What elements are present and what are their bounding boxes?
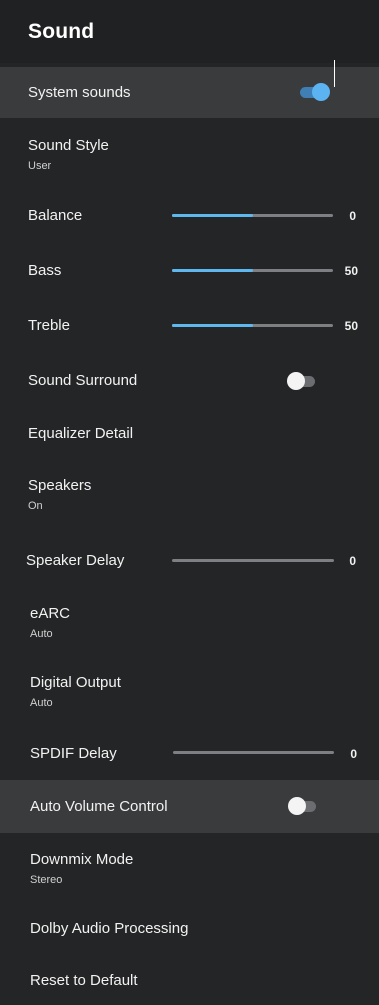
menu-item-label: Auto Volume Control [30, 798, 168, 815]
menu-item-auto-volume-control[interactable]: Auto Volume Control [0, 780, 379, 833]
menu-item-downmix-mode[interactable]: Downmix Mode Stereo [0, 842, 379, 892]
spdif-delay-slider[interactable] [173, 751, 334, 754]
menu-item-value: Auto [30, 628, 53, 640]
toggle-knob [287, 372, 305, 390]
menu-item-label: eARC [30, 605, 71, 622]
menu-item-label: Reset to Default [30, 972, 138, 989]
menu-item-label: Bass [28, 262, 62, 279]
menu-item-label: Digital Output [30, 674, 121, 691]
speaker-delay-slider[interactable] [172, 559, 334, 562]
menu-item-label: Speaker Delay [26, 552, 125, 569]
menu-item-value: User [28, 160, 52, 172]
menu-item-label: Dolby Audio Processing [30, 920, 189, 937]
balance-slider[interactable] [172, 214, 333, 217]
page-header: Sound [0, 0, 379, 63]
menu-item-label: Speakers [28, 477, 92, 494]
treble-slider-fill [172, 324, 253, 327]
menu-item-label: Downmix Mode [30, 851, 134, 868]
menu-item-spdif-delay[interactable]: SPDIF Delay 0 [0, 736, 379, 772]
system-sounds-toggle[interactable] [298, 83, 330, 101]
menu-item-speaker-delay[interactable]: Speaker Delay 0 [0, 542, 379, 578]
menu-item-earc[interactable]: eARC Auto [0, 596, 379, 646]
menu-item-sound-style[interactable]: Sound Style User [0, 128, 379, 178]
menu-item-bass[interactable]: Bass 50 [0, 253, 379, 289]
menu-item-value: Stereo [30, 874, 63, 886]
menu-item-label: Sound Style [28, 137, 109, 154]
menu-item-treble[interactable]: Treble 50 [0, 308, 379, 344]
toggle-knob [288, 797, 306, 815]
speaker-delay-value: 0 [349, 554, 356, 568]
menu-item-label: SPDIF Delay [30, 745, 117, 762]
menu-item-dolby-audio-processing[interactable]: Dolby Audio Processing [0, 910, 379, 946]
menu-item-equalizer-detail[interactable]: Equalizer Detail [0, 416, 379, 452]
menu-item-value: On [28, 500, 43, 512]
treble-value: 50 [344, 319, 358, 333]
toggle-knob [312, 83, 330, 101]
menu-item-sound-surround[interactable]: Sound Surround [0, 362, 379, 398]
menu-item-label: Balance [28, 207, 83, 224]
menu-item-label: Sound Surround [28, 372, 138, 389]
spdif-delay-value: 0 [350, 747, 357, 761]
menu-item-speakers[interactable]: Speakers On [0, 468, 379, 518]
menu-item-system-sounds[interactable]: System sounds [0, 67, 379, 118]
menu-item-digital-output[interactable]: Digital Output Auto [0, 664, 379, 714]
bass-slider[interactable] [172, 269, 333, 272]
auto-volume-control-toggle[interactable] [288, 797, 318, 815]
menu-item-label: Equalizer Detail [28, 425, 134, 442]
bass-value: 50 [344, 264, 358, 278]
balance-slider-fill [172, 214, 253, 217]
sound-surround-toggle[interactable] [287, 372, 317, 390]
bass-slider-fill [172, 269, 253, 272]
menu-item-label: Treble [28, 317, 70, 334]
page-title: Sound [28, 20, 95, 43]
text-cursor-caret [334, 60, 335, 87]
menu-item-label: System sounds [28, 84, 131, 101]
menu-item-value: Auto [30, 697, 53, 709]
menu-item-reset-to-default[interactable]: Reset to Default [0, 962, 379, 998]
menu-item-balance[interactable]: Balance 0 [0, 198, 379, 234]
balance-value: 0 [349, 209, 356, 223]
treble-slider[interactable] [172, 324, 333, 327]
